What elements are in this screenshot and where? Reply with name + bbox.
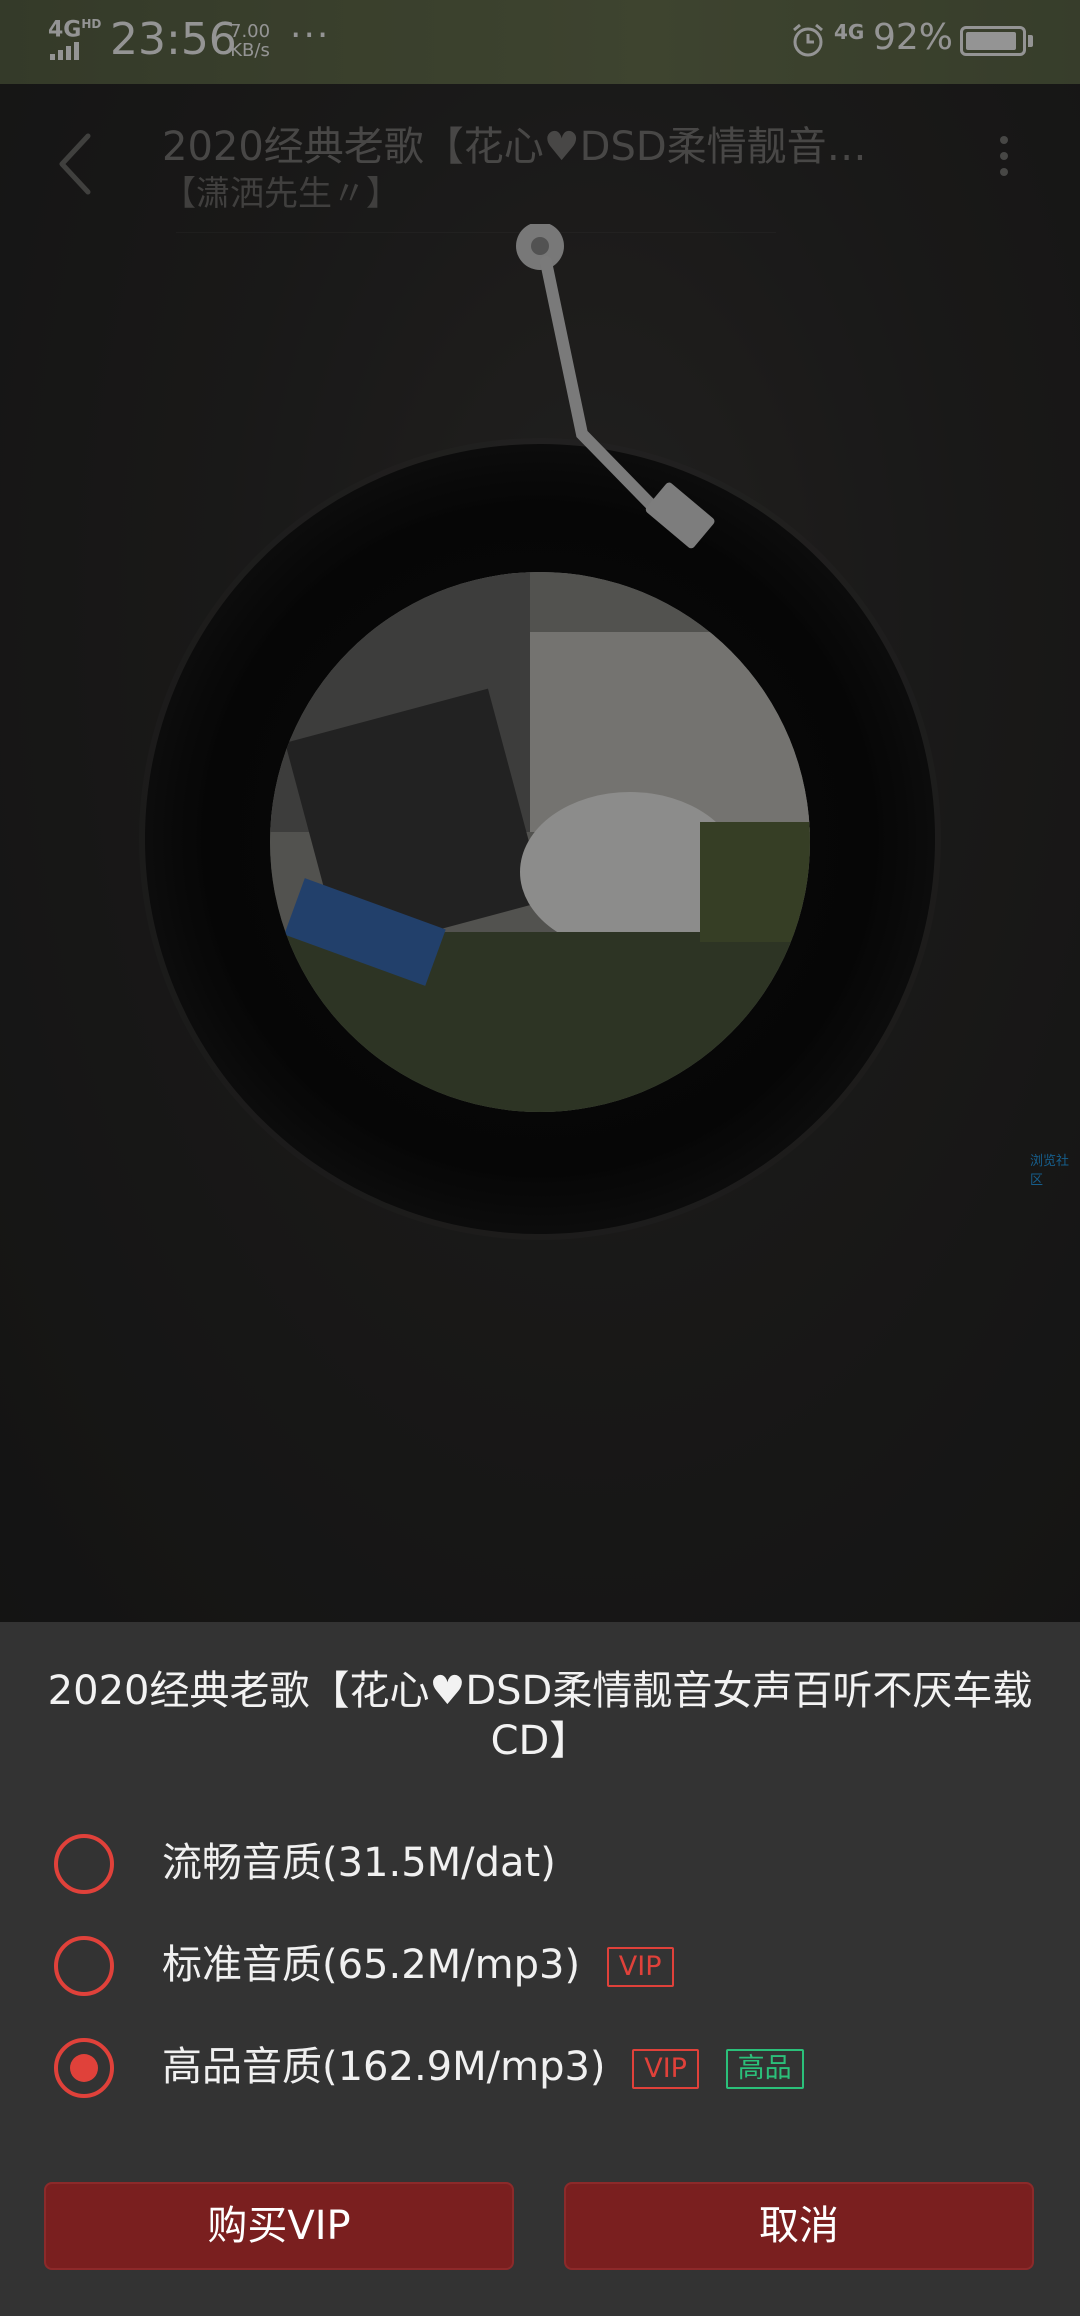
option-text: 标准音质(65.2M/mp3) bbox=[162, 1942, 581, 1988]
radio-button[interactable] bbox=[54, 1834, 114, 1894]
option-label: 标准音质(65.2M/mp3) VIP bbox=[162, 1940, 674, 1990]
radio-button[interactable] bbox=[54, 1936, 114, 1996]
dim-overlay[interactable] bbox=[0, 0, 1080, 1622]
radio-dot bbox=[70, 2054, 98, 2082]
option-smooth[interactable]: 流畅音质(31.5M/dat) bbox=[0, 1818, 1080, 1898]
option-text: 高品音质(162.9M/mp3) bbox=[162, 2044, 606, 2090]
hq-badge: 高品 bbox=[725, 2049, 804, 2089]
buy-vip-button[interactable]: 购买VIP bbox=[44, 2182, 514, 2270]
option-standard[interactable]: 标准音质(65.2M/mp3) VIP bbox=[0, 1920, 1080, 2000]
option-label: 高品音质(162.9M/mp3) VIP 高品 bbox=[162, 2042, 804, 2092]
option-high-quality[interactable]: 高品音质(162.9M/mp3) VIP 高品 bbox=[0, 2022, 1080, 2102]
vip-badge: VIP bbox=[632, 2049, 699, 2089]
option-label: 流畅音质(31.5M/dat) bbox=[162, 1838, 556, 1888]
option-text: 流畅音质(31.5M/dat) bbox=[162, 1840, 556, 1886]
vip-badge: VIP bbox=[606, 1947, 674, 1987]
sheet-title: 2020经典老歌【花心♥DSD柔情靓音女声百听不厌车载CD】 bbox=[47, 1668, 1033, 1764]
quality-sheet: 2020经典老歌【花心♥DSD柔情靓音女声百听不厌车载CD】 流畅音质(31.5… bbox=[0, 1622, 1080, 2316]
cancel-button[interactable]: 取消 bbox=[564, 2182, 1034, 2270]
radio-button-selected[interactable] bbox=[54, 2038, 114, 2098]
